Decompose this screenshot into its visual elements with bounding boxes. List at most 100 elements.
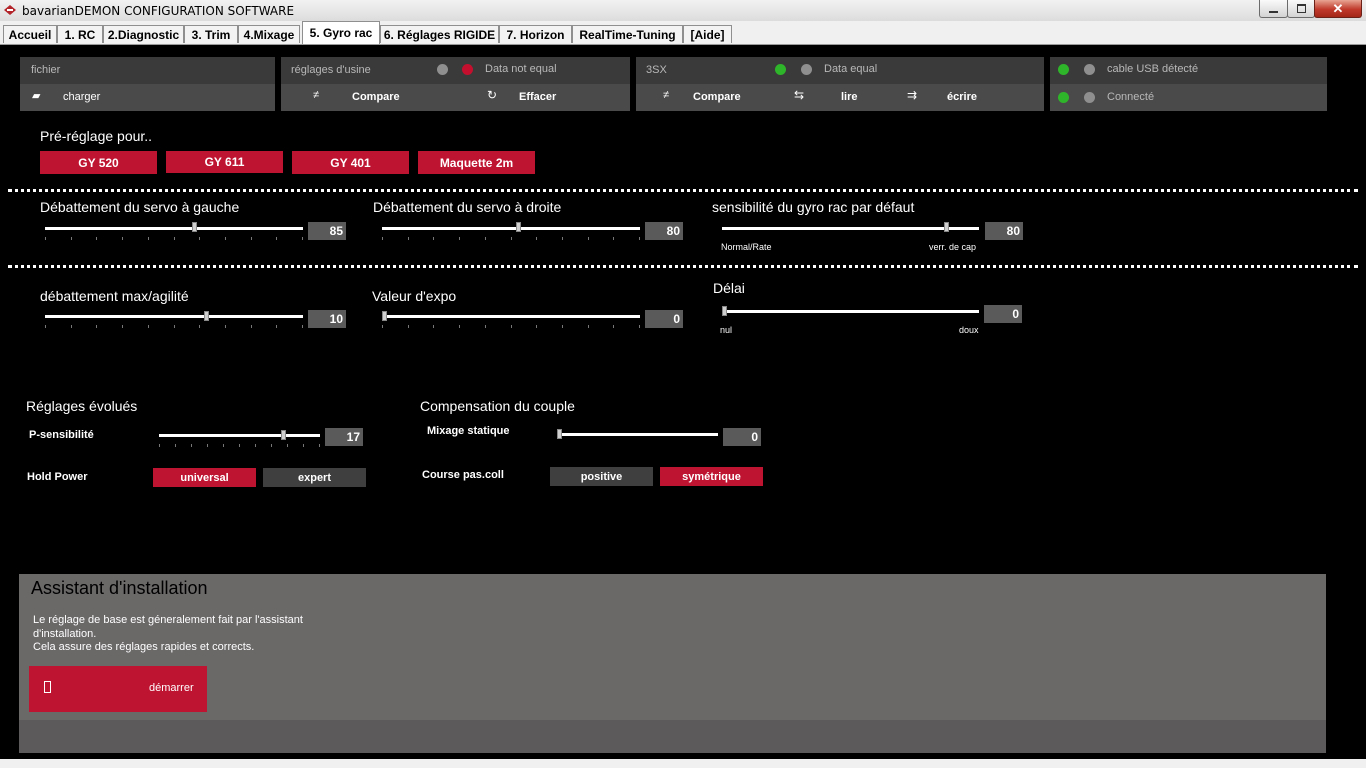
wizard-icon — [44, 681, 51, 693]
slider-tick — [639, 237, 640, 240]
hold-power-universal-button[interactable]: universal — [153, 468, 256, 487]
p-sens-slider[interactable] — [159, 434, 320, 437]
torque-title: Compensation du couple — [420, 398, 575, 414]
factory-compare-button[interactable]: Compare — [352, 91, 400, 103]
slider-tick — [613, 325, 614, 328]
servo-left-slider-thumb[interactable] — [191, 222, 197, 232]
expo-slider[interactable] — [382, 315, 640, 318]
max-agility-slider[interactable] — [45, 315, 303, 318]
slider-tick — [199, 237, 200, 240]
delay-max-label: doux — [959, 325, 979, 335]
slider-tick — [96, 237, 97, 240]
delay-slider-thumb[interactable] — [722, 306, 727, 316]
slider-tick — [319, 444, 320, 447]
gyro-sens-slider[interactable] — [722, 227, 979, 230]
hold-power-expert-button[interactable]: expert — [263, 468, 366, 487]
assistant-title: Assistant d'installation — [31, 578, 208, 598]
load-button[interactable]: charger — [63, 91, 100, 103]
separator-1 — [8, 189, 1358, 192]
servo-right-slider-thumb[interactable] — [516, 222, 522, 232]
max-agility-ticks — [45, 325, 303, 329]
slider-tick — [276, 237, 277, 240]
tab-horizon[interactable]: 7. Horizon — [499, 25, 572, 43]
slider-tick — [96, 325, 97, 328]
slider-tick — [199, 325, 200, 328]
gyro-sens-value[interactable]: 80 — [985, 222, 1023, 240]
tab-diagnostic[interactable]: 2.Diagnostic — [103, 25, 184, 43]
tab-rc[interactable]: 1. RC — [57, 25, 103, 43]
slider-tick — [45, 237, 46, 240]
slider-tick — [511, 325, 512, 328]
servo-right-slider[interactable] — [382, 227, 640, 230]
slider-tick — [122, 237, 123, 240]
maximize-button[interactable] — [1287, 0, 1315, 18]
collective-symetrique-button[interactable]: symétrique — [660, 467, 763, 486]
advanced-title: Réglages évolués — [26, 398, 138, 414]
preset-gy611-button[interactable]: GY 611 — [166, 151, 283, 173]
max-agility-value[interactable]: 10 — [308, 310, 346, 328]
expo-value[interactable]: 0 — [645, 310, 683, 328]
factory-panel: réglages d'usine Data not equal ≠ Compar… — [281, 57, 630, 111]
static-mix-slider-thumb[interactable] — [557, 429, 562, 439]
gyro-sens-slider-thumb[interactable] — [943, 222, 949, 232]
tab-mixage[interactable]: 4.Mixage — [238, 25, 300, 43]
slider-tick — [71, 237, 72, 240]
delay-value[interactable]: 0 — [984, 305, 1022, 323]
clear-button[interactable]: Effacer — [519, 91, 556, 103]
static-mix-value[interactable]: 0 — [723, 428, 761, 446]
slider-tick — [588, 325, 589, 328]
p-sens-ticks — [159, 444, 320, 448]
compare-icon: ≠ — [663, 89, 670, 101]
servo-left-value[interactable]: 85 — [308, 222, 346, 240]
tab-accueil[interactable]: Accueil — [3, 25, 57, 43]
slider-tick — [302, 237, 303, 240]
tab-realtime-tuning[interactable]: RealTime-Tuning — [572, 25, 683, 43]
slider-tick — [174, 325, 175, 328]
device-compare-button[interactable]: Compare — [693, 91, 741, 103]
factory-panel-header: réglages d'usine — [291, 64, 371, 76]
preset-maquette-button[interactable]: Maquette 2m — [418, 151, 535, 174]
static-mix-label: Mixage statique — [427, 425, 510, 437]
write-button[interactable]: écrire — [947, 91, 977, 103]
slider-tick — [303, 444, 304, 447]
restore-icon — [1296, 4, 1306, 13]
preset-gy401-button[interactable]: GY 401 — [292, 151, 409, 174]
expo-slider-thumb[interactable] — [382, 311, 387, 321]
slider-tick — [148, 325, 149, 328]
start-assistant-button[interactable]: démarrer — [29, 666, 207, 712]
max-agility-slider-thumb[interactable] — [204, 311, 210, 321]
device-status-text: Data equal — [824, 63, 878, 75]
slider-tick — [191, 444, 192, 447]
tab-aide[interactable]: [Aide] — [683, 25, 732, 43]
tab-trim[interactable]: 3. Trim — [184, 25, 238, 43]
slider-tick — [433, 325, 434, 328]
slider-tick — [71, 325, 72, 328]
write-icon: ⇉ — [907, 88, 918, 102]
collective-positive-button[interactable]: positive — [550, 467, 653, 486]
p-sens-slider-thumb[interactable] — [280, 430, 286, 440]
servo-left-slider[interactable] — [45, 227, 303, 230]
tab-gyro-rac[interactable]: 5. Gyro rac — [302, 21, 380, 44]
tab-reglages-rigide[interactable]: 6. Réglages RIGIDE — [380, 25, 499, 43]
start-assistant-label: démarrer — [149, 682, 194, 694]
slider-tick — [148, 237, 149, 240]
minimize-button[interactable] — [1259, 0, 1288, 18]
preset-gy520-button[interactable]: GY 520 — [40, 151, 157, 174]
static-mix-slider[interactable] — [557, 433, 718, 436]
connected-led-grey — [1084, 92, 1095, 103]
slider-tick — [459, 237, 460, 240]
slider-tick — [485, 325, 486, 328]
servo-right-value[interactable]: 80 — [645, 222, 683, 240]
slider-tick — [255, 444, 256, 447]
status-strip — [0, 759, 1366, 768]
close-button[interactable]: ✕ — [1314, 0, 1362, 18]
slider-tick — [287, 444, 288, 447]
servo-right-label: Débattement du servo à droite — [373, 199, 562, 215]
slider-tick — [562, 325, 563, 328]
read-button[interactable]: lire — [841, 91, 858, 103]
p-sens-value[interactable]: 17 — [325, 428, 363, 446]
slider-tick — [159, 444, 160, 447]
delay-slider[interactable] — [722, 310, 979, 313]
slider-tick — [225, 325, 226, 328]
slider-tick — [433, 237, 434, 240]
